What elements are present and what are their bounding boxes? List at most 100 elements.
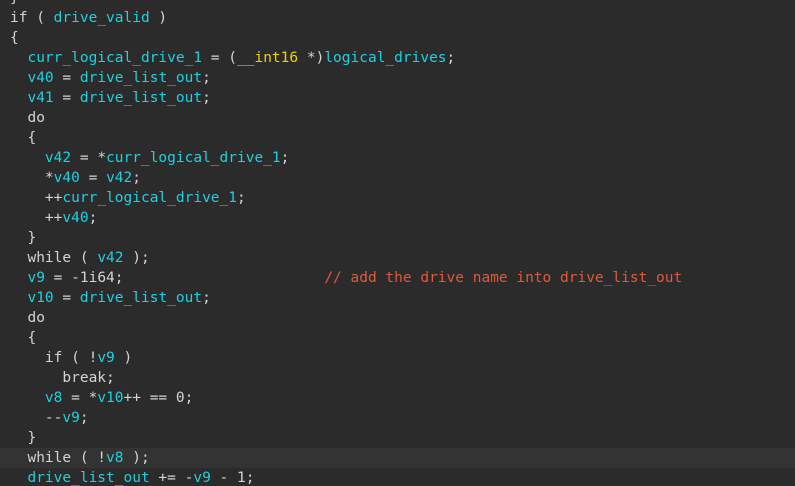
code-token: ; [202, 90, 211, 106]
code-token: ) [114, 350, 133, 366]
code-line[interactable]: v41 = drive_list_out; [0, 88, 795, 108]
code-token: } [10, 0, 19, 6]
code-token: *) [298, 50, 325, 66]
code-keyword: do [10, 310, 45, 326]
code-token: = [79, 170, 107, 186]
code-identifier: v9 [27, 270, 45, 286]
code-identifier: drive_list_out [79, 70, 203, 86]
code-line[interactable]: v40 = drive_list_out; [0, 68, 795, 88]
code-comment: // add the drive name into drive_list_ou… [324, 270, 683, 286]
code-token: = ( [202, 50, 237, 66]
code-identifier: drive_valid [53, 10, 150, 26]
code-editor-pane[interactable]: } if ( drive_valid ) { curr_logical_drive_… [0, 0, 795, 486]
code-identifier: v40 [53, 170, 80, 186]
code-token: } [10, 230, 37, 246]
code-keyword: if ( ! [10, 350, 98, 366]
code-token: } [10, 430, 37, 446]
code-token: ++ [10, 190, 63, 206]
code-line[interactable]: ++curr_logical_drive_1; [0, 188, 795, 208]
code-identifier: v10 [97, 390, 124, 406]
code-identifier: v9 [97, 350, 115, 366]
code-token: ); [123, 250, 150, 266]
code-identifier: curr_logical_drive_1 [27, 50, 203, 66]
code-token: { [10, 130, 37, 146]
code-identifier: v40 [27, 70, 54, 86]
code-token: ++ == 0; [123, 390, 194, 406]
code-token: ; [202, 290, 211, 306]
code-line[interactable]: v9 = -1i64; // add the drive name into d… [0, 268, 795, 288]
code-identifier: v42 [106, 170, 133, 186]
code-token: ; [280, 150, 290, 166]
code-keyword: while ( [10, 250, 98, 266]
code-token: = [53, 290, 80, 306]
code-line[interactable]: curr_logical_drive_1 = (__int16 *)logica… [0, 48, 795, 68]
code-line[interactable]: } [0, 0, 795, 8]
code-line[interactable]: drive_list_out += -v9 - 1; [0, 468, 795, 486]
code-line[interactable]: while ( v42 ); [0, 248, 795, 268]
code-line[interactable]: do [0, 308, 795, 328]
code-line[interactable]: do [0, 108, 795, 128]
code-keyword: while ( ! [10, 450, 107, 466]
code-identifier: v40 [62, 210, 89, 226]
code-token: ) [149, 10, 168, 26]
code-token: = * [62, 390, 98, 406]
code-identifier: v42 [44, 150, 72, 166]
code-token: { [10, 330, 37, 346]
code-line[interactable]: v10 = drive_list_out; [0, 288, 795, 308]
code-line[interactable]: v8 = *v10++ == 0; [0, 388, 795, 408]
code-line[interactable]: --v9; [0, 408, 795, 428]
code-line[interactable]: } [0, 428, 795, 448]
code-identifier: v9 [62, 410, 80, 426]
code-token: ; [88, 210, 98, 226]
code-line[interactable]: } [0, 228, 795, 248]
code-identifier: v10 [27, 290, 54, 306]
code-identifier: curr_logical_drive_1 [106, 150, 281, 166]
code-line[interactable]: ++v40; [0, 208, 795, 228]
code-token: = [53, 90, 80, 106]
code-line[interactable]: { [0, 328, 795, 348]
code-keyword: do [10, 110, 45, 126]
code-token: -- [10, 410, 63, 426]
code-identifier: drive_list_out [79, 290, 203, 306]
code-token: ; [202, 70, 211, 86]
code-line[interactable]: break; [0, 368, 795, 388]
current-code-line[interactable]: while ( !v8 ); [0, 448, 795, 468]
code-line[interactable]: { [0, 128, 795, 148]
code-identifier: v42 [97, 250, 124, 266]
code-token: += - [149, 470, 194, 486]
code-identifier: v8 [106, 450, 124, 466]
code-keyword: if ( [10, 10, 54, 26]
code-identifier: v9 [193, 470, 211, 486]
code-token: ; [132, 170, 141, 186]
code-identifier: curr_logical_drive_1 [62, 190, 237, 206]
code-token: ++ [10, 210, 63, 226]
code-identifier: logical_drives [324, 50, 447, 66]
code-line[interactable]: *v40 = v42; [0, 168, 795, 188]
code-token: = [53, 70, 80, 86]
code-line[interactable]: if ( !v9 ) [0, 348, 795, 368]
code-line[interactable]: { [0, 28, 795, 48]
code-token: = * [71, 150, 107, 166]
code-token: ); [123, 450, 150, 466]
code-token: = -1i64; [44, 270, 124, 286]
code-identifier: drive_list_out [79, 90, 203, 106]
code-line[interactable]: if ( drive_valid ) [0, 8, 795, 28]
code-token: ; [446, 50, 456, 66]
code-identifier: v8 [44, 390, 63, 406]
code-token: { [10, 30, 19, 46]
code-identifier: drive_list_out [27, 470, 150, 486]
code-token: ; [237, 190, 246, 206]
code-type: __int16 [237, 50, 299, 66]
code-line[interactable]: v42 = *curr_logical_drive_1; [0, 148, 795, 168]
code-identifier: v41 [27, 90, 54, 106]
code-keyword: break; [10, 370, 115, 386]
code-token: ; [79, 410, 89, 426]
